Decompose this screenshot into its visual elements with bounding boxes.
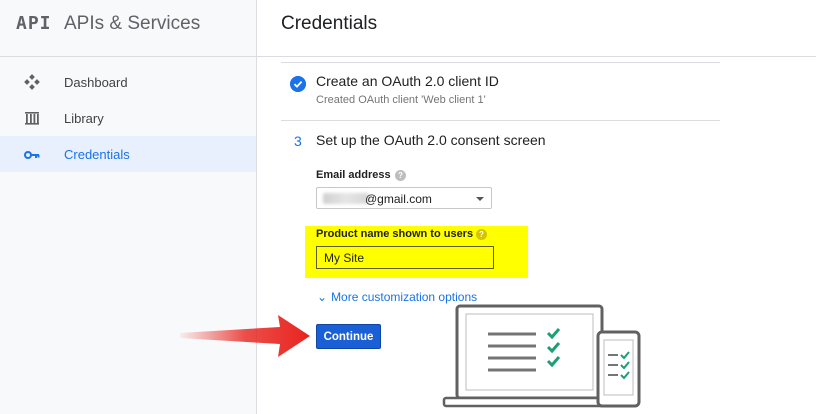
page-title: Credentials <box>281 13 378 34</box>
sidebar-item-label: Credentials <box>64 147 130 162</box>
laptop-phone-illustration <box>442 304 641 408</box>
divider <box>281 120 720 121</box>
sidebar-nav: Dashboard Library Credentials <box>0 64 256 172</box>
redacted-email-user <box>323 193 369 204</box>
step-title: Create an OAuth 2.0 client ID <box>316 73 499 89</box>
dashboard-icon <box>24 74 40 90</box>
sidebar-item-dashboard[interactable]: Dashboard <box>0 64 256 100</box>
step-number: 3 <box>294 133 302 149</box>
sidebar-item-label: Dashboard <box>64 75 128 90</box>
step-subtitle: Created OAuth client 'Web client 1' <box>316 94 486 106</box>
help-icon[interactable]: ? <box>395 170 406 181</box>
main-header: Credentials <box>257 0 816 57</box>
chevron-down-icon: ⌄ <box>317 290 328 304</box>
sidebar-item-label: Library <box>64 111 104 126</box>
check-circle-icon <box>290 76 306 92</box>
continue-button[interactable]: Continue <box>316 324 381 349</box>
key-icon <box>24 151 40 159</box>
product-name-label: Product name shown to users <box>316 228 474 240</box>
api-logo: API <box>16 13 52 34</box>
email-value: @gmail.com <box>365 192 432 206</box>
app-title[interactable]: APIs & Services <box>64 13 200 35</box>
brand-header: API APIs & Services <box>0 0 256 57</box>
step-title: Set up the OAuth 2.0 consent screen <box>316 132 546 148</box>
library-icon <box>25 112 39 125</box>
email-select[interactable]: @gmail.com <box>316 187 492 209</box>
product-name-input[interactable] <box>316 246 494 269</box>
sidebar-item-library[interactable]: Library <box>0 100 256 136</box>
chevron-down-icon <box>476 197 484 201</box>
red-arrow-annotation <box>180 315 310 357</box>
sidebar-item-credentials[interactable]: Credentials <box>0 136 256 172</box>
email-label: Email address <box>316 169 391 181</box>
help-icon[interactable]: ? <box>476 229 487 240</box>
divider <box>281 62 720 63</box>
